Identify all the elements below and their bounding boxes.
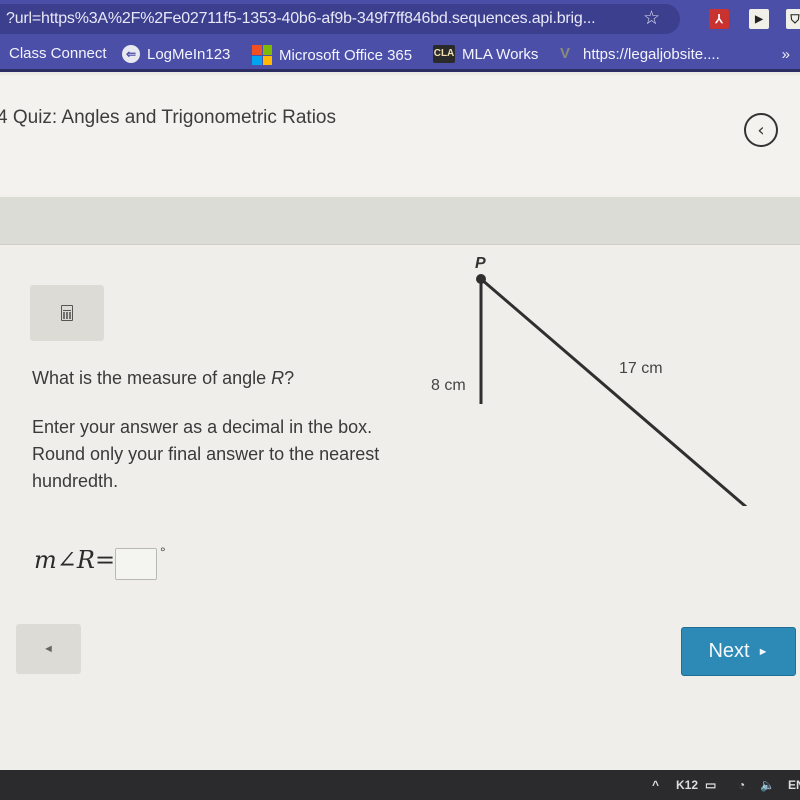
degree-symbol: ° bbox=[160, 544, 166, 560]
microsoft-logo-icon bbox=[252, 45, 272, 65]
bookmark-legaljobsite[interactable]: V https://legaljobsite.... bbox=[560, 45, 720, 63]
globe-icon: ⇐ bbox=[122, 45, 140, 63]
wifi-icon[interactable]: ◔ bbox=[738, 778, 745, 792]
os-taskbar: ^ K12 ▭ ◔ 🔈 EN bbox=[0, 770, 800, 800]
v-logo-icon: V bbox=[560, 45, 571, 62]
bookmark-mla-works[interactable]: CLA MLA Works bbox=[433, 45, 538, 63]
previous-button[interactable]: ◄ bbox=[16, 624, 81, 674]
answer-input[interactable] bbox=[115, 548, 158, 580]
bookmarks-bar: Class Connect ⇐ LogMeIn123 Microsoft Off… bbox=[0, 38, 800, 72]
quiz-header: 4 Quiz: Angles and Trigonometric Ratios … bbox=[0, 75, 800, 195]
language-indicator[interactable]: EN bbox=[788, 778, 800, 792]
arrow-left-icon: ◄ bbox=[43, 643, 54, 655]
bookmarks-overflow-icon[interactable]: » bbox=[782, 46, 790, 63]
answer-lhs: m∠R bbox=[34, 546, 95, 574]
bookmark-class-connect[interactable]: Class Connect bbox=[9, 45, 107, 62]
calculator-icon bbox=[61, 305, 73, 321]
bookmark-label: Microsoft Office 365 bbox=[279, 46, 413, 64]
label-p: P bbox=[475, 255, 486, 272]
bookmark-label: LogMeIn123 bbox=[147, 45, 231, 63]
next-button[interactable]: Next ► bbox=[681, 627, 796, 676]
bookmark-star-icon[interactable]: ☆ bbox=[643, 7, 660, 30]
calculator-button[interactable] bbox=[30, 285, 104, 341]
play-extension-icon[interactable]: ▶ bbox=[749, 9, 769, 29]
triangle-diagram: P Q R 8 cm 15 cm 17 cm bbox=[431, 255, 748, 506]
address-bar[interactable]: ?url=https%3A%2F%2Fe02711f5-1353-40b6-af… bbox=[0, 4, 680, 34]
cla-logo-icon: CLA bbox=[433, 45, 455, 63]
bookmark-microsoft-office[interactable]: Microsoft Office 365 bbox=[252, 45, 412, 65]
quiz-page: 4 Quiz: Angles and Trigonometric Ratios … bbox=[0, 75, 800, 770]
k12-tray-icon[interactable]: K12 bbox=[676, 778, 698, 792]
vertex-p bbox=[476, 274, 486, 284]
bookmark-label: Class Connect bbox=[9, 45, 107, 62]
progress-band bbox=[0, 197, 800, 245]
browser-toolbar: ?url=https%3A%2F%2Fe02711f5-1353-40b6-af… bbox=[0, 0, 800, 38]
question-prefix: What is the measure of angle bbox=[32, 368, 272, 388]
question-suffix: ? bbox=[284, 368, 295, 388]
chevron-left-icon: ‹ bbox=[757, 119, 765, 141]
tray-expand-icon[interactable]: ^ bbox=[652, 778, 659, 792]
bookmark-label: MLA Works bbox=[462, 45, 539, 63]
question-text: What is the measure of angle R? bbox=[32, 368, 294, 389]
collapse-button[interactable]: ‹ bbox=[744, 113, 778, 147]
equals-sign: = bbox=[94, 546, 116, 574]
url-text[interactable]: ?url=https%3A%2F%2Fe02711f5-1353-40b6-af… bbox=[6, 10, 596, 28]
question-variable: R bbox=[271, 368, 285, 388]
side-pr bbox=[480, 277, 748, 506]
instructions-text: Enter your answer as a decimal in the bo… bbox=[32, 417, 380, 491]
quiz-title: 4 Quiz: Angles and Trigonometric Ratios bbox=[0, 107, 337, 128]
shield-extension-icon[interactable]: ⛉ bbox=[786, 9, 800, 29]
volume-icon[interactable]: 🔈 bbox=[760, 778, 775, 792]
label-side-pr: 17 cm bbox=[619, 360, 663, 377]
arrow-right-icon: ► bbox=[757, 645, 769, 658]
bookmark-label: https://legaljobsite.... bbox=[583, 45, 720, 63]
question-area: What is the measure of angle R? Enter yo… bbox=[0, 246, 800, 770]
bookmark-logmein123[interactable]: ⇐ LogMeIn123 bbox=[122, 45, 230, 63]
adobe-acrobat-icon[interactable]: ⅄ bbox=[709, 9, 729, 29]
battery-icon[interactable]: ▭ bbox=[705, 778, 716, 792]
next-label: Next bbox=[708, 640, 750, 662]
answer-row: m∠R = ° bbox=[34, 544, 166, 580]
label-side-pq: 8 cm bbox=[431, 377, 466, 394]
